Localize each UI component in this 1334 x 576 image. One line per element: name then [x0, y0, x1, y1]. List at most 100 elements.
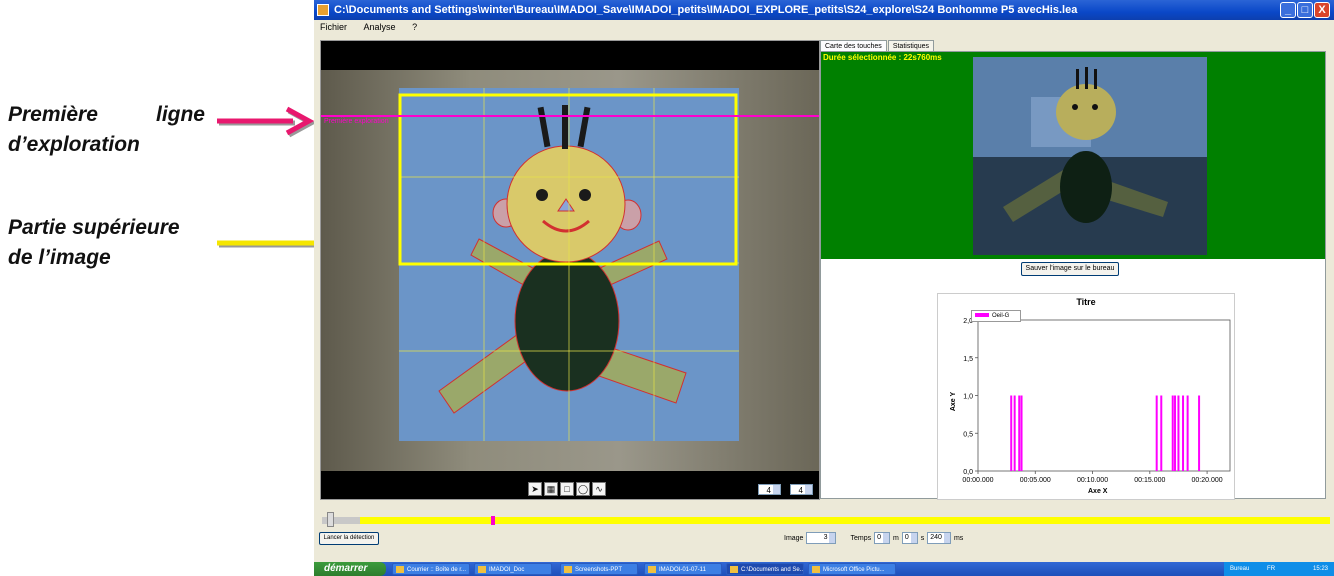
- title-bar: C:\Documents and Settings\winter\Bureau\…: [314, 0, 1334, 20]
- chart-bar: [1174, 395, 1177, 471]
- tray-language[interactable]: FR: [1267, 566, 1275, 572]
- temps-label: Temps: [850, 534, 872, 542]
- timeline-track[interactable]: [360, 517, 1330, 524]
- chart-bar: [1013, 395, 1016, 471]
- pink-arrow: [217, 106, 317, 138]
- touch-map-panel: Durée sélectionnée : 22s760ms Sauver l'i…: [820, 51, 1326, 500]
- y-tick-label: 0,0: [963, 469, 973, 476]
- annotation-premiere-ligne: Première ligne d’exploration: [8, 100, 205, 160]
- window-title: C:\Documents and Settings\winter\Bureau\…: [334, 4, 1078, 16]
- annotation-arrows: [217, 106, 325, 248]
- legend-label: Oeil-G: [992, 313, 1010, 319]
- lancer-detection-button[interactable]: Lancer la détection: [319, 532, 379, 545]
- y-tick-label: 1,0: [963, 394, 973, 401]
- app-window: C:\Documents and Settings\winter\Bureau\…: [314, 0, 1334, 576]
- drawing-overlay: [398, 88, 739, 441]
- plot-frame: [977, 319, 1231, 472]
- maximize-button[interactable]: □: [1297, 2, 1313, 18]
- chart-bar: [1020, 395, 1023, 471]
- chart-bar: [1177, 395, 1180, 471]
- chart-axes: 0,00,51,01,52,000:00.000 00:05.000 00:10.0…: [962, 318, 1231, 484]
- exploration-label: Première exploration: [324, 118, 389, 125]
- temps-seconds[interactable]: 0: [901, 532, 918, 544]
- body-oval: [514, 250, 620, 392]
- image-time-controls: Image 3 Temps 0 m 0 s 240 ms: [784, 532, 963, 544]
- tray-clock: 15:23: [1312, 566, 1328, 572]
- yellow-arrow: [217, 240, 325, 248]
- chart: 0,0 0,5 1,0 1,5 2,0 00:00.000 00:05.000 00:10.0…: [937, 293, 1235, 500]
- heatmap-area: Durée sélectionnée : 22s760ms: [821, 52, 1325, 259]
- chart-bars: [1010, 395, 1201, 471]
- menu-analyse[interactable]: Analyse: [364, 22, 396, 32]
- y-tick-label: 0,5: [963, 431, 973, 438]
- menu-bar: Fichier Analyse ?: [314, 20, 1334, 34]
- task-office-picture[interactable]: Microsoft Office Pictu...: [808, 563, 896, 575]
- chart-svg: 0,00,51,01,52,000:00.000 00:05.000 00:10.0…: [962, 318, 1231, 484]
- x-tick-label: 00:05.000: [1020, 477, 1051, 484]
- chart-title: Titre: [1076, 297, 1096, 307]
- app-icon: [317, 4, 329, 16]
- drawing-toolbar: ➤ ▦ □ ◯ ∿: [528, 482, 606, 496]
- selected-duration: Durée sélectionnée : 22s760ms: [823, 53, 942, 62]
- ms-unit: ms: [953, 534, 964, 542]
- annotation-partie-row2: de l’image: [8, 246, 111, 269]
- timeline-marker[interactable]: [491, 516, 495, 525]
- taskbar: démarrer Courrier :: Boîte de r... IMADO…: [314, 562, 1334, 576]
- x-tick-label: 00:15.000: [1134, 477, 1165, 484]
- annotation-partie-row1: Partie supérieure: [8, 216, 180, 239]
- task-imadoi-doc[interactable]: IMADOI_Doc: [474, 563, 552, 575]
- left-eye: [536, 189, 548, 201]
- save-image-button[interactable]: Sauver l'image sur le bureau: [1021, 262, 1119, 276]
- task-documents[interactable]: C:\Documents and Se...: [726, 563, 804, 575]
- x-axis-label: Axe X: [1088, 488, 1108, 495]
- grid-x-spinner[interactable]: 4: [758, 484, 781, 495]
- tray-bureau: Bureau: [1230, 566, 1250, 572]
- system-tray: Bureau FR 15:23: [1224, 562, 1334, 576]
- menu-help[interactable]: ?: [412, 22, 417, 32]
- chart-bar: [1155, 395, 1158, 471]
- annotation-premiere-row1: Première ligne: [8, 100, 205, 130]
- ellipse-icon[interactable]: ◯: [576, 482, 590, 496]
- y-axis-label: Axe Y: [950, 391, 958, 412]
- grid-times: x: [783, 484, 787, 493]
- annotation-premiere-row2: d’exploration: [8, 133, 140, 156]
- arrow-icon[interactable]: ➤: [528, 482, 542, 496]
- x-tick-label: 00:10.000: [1077, 477, 1108, 484]
- seconds-unit: s: [920, 534, 925, 542]
- image-spinner[interactable]: 3: [806, 532, 837, 544]
- heatmap-image: [973, 57, 1207, 255]
- timeline-slider-handle[interactable]: [327, 512, 334, 527]
- x-tick-label: 00:20.000: [1192, 477, 1223, 484]
- video-panel[interactable]: Première exploration: [320, 40, 820, 500]
- right-eye: [579, 189, 591, 201]
- annotation-partie-superieure: Partie supérieure de l’image: [8, 213, 180, 273]
- chart-bar: [1171, 395, 1174, 471]
- chart-bar: [1198, 395, 1201, 471]
- annotation-premiere-word1: Première: [8, 103, 98, 126]
- temps-ms[interactable]: 240: [927, 532, 951, 544]
- minimize-button[interactable]: _: [1280, 2, 1296, 18]
- close-button[interactable]: X: [1314, 2, 1330, 18]
- chart-bar: [1010, 395, 1013, 471]
- freehand-icon[interactable]: ∿: [592, 482, 606, 496]
- task-screenshots[interactable]: Screenshots-PPT: [560, 563, 638, 575]
- y-tick-label: 1,5: [963, 356, 973, 363]
- image-label: Image: [784, 534, 804, 542]
- chart-bar: [1160, 395, 1163, 471]
- chart-bar: [1186, 395, 1189, 471]
- annotation-premiere-word2: ligne: [155, 103, 205, 126]
- menu-fichier[interactable]: Fichier: [320, 22, 347, 32]
- grid-icon[interactable]: ▦: [544, 482, 558, 496]
- start-button[interactable]: démarrer: [314, 562, 386, 576]
- task-imadoi-date[interactable]: IMADOI-01-07-11: [644, 563, 722, 575]
- legend-swatch: [975, 312, 989, 317]
- temps-minutes[interactable]: 0: [874, 532, 890, 544]
- timeline[interactable]: [314, 512, 1334, 527]
- rectangle-icon[interactable]: □: [560, 482, 574, 496]
- grid-y-spinner[interactable]: 4: [790, 484, 813, 495]
- hair-middle: [562, 105, 568, 149]
- chart-legend: Oeil-G: [971, 310, 1021, 322]
- chart-bar: [1182, 395, 1185, 471]
- x-tick-label: 00:00.000: [962, 477, 993, 484]
- task-courrier[interactable]: Courrier :: Boîte de r...: [392, 563, 470, 575]
